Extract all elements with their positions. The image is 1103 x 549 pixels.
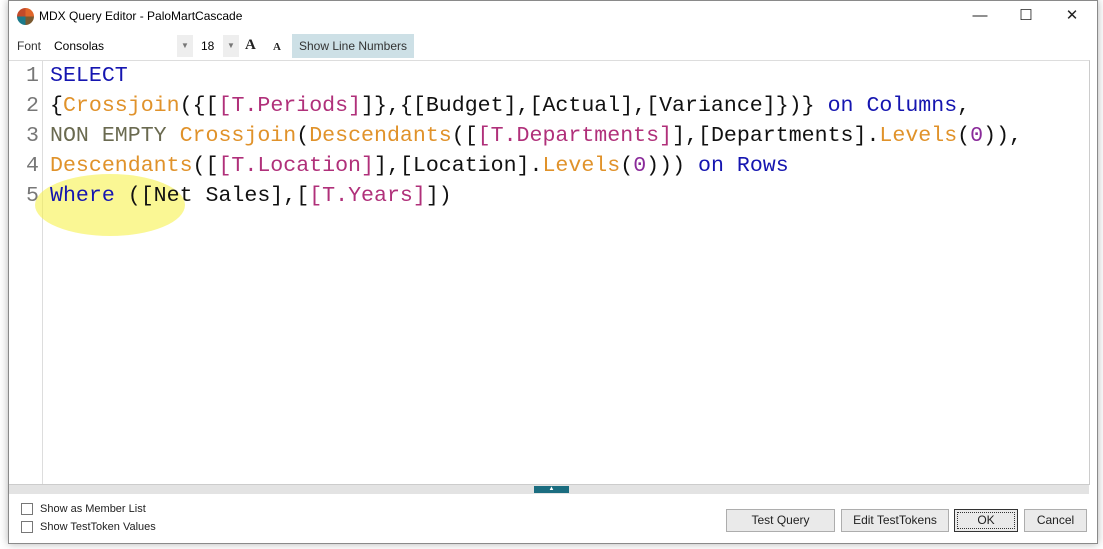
code-line: NON EMPTY Crossjoin(Descendants([[T.Depa… <box>50 121 1022 151</box>
code-token: NON EMPTY <box>50 124 180 148</box>
code-token: Crossjoin <box>62 94 180 118</box>
code-token: [T.Departments] <box>477 124 673 148</box>
code-token: ],[Departments]. <box>672 124 880 148</box>
font-dropdown-icon[interactable]: ▼ <box>177 35 193 57</box>
code-token: Crossjoin <box>179 124 297 148</box>
size-dropdown-icon[interactable]: ▼ <box>223 35 239 57</box>
maximize-button[interactable]: ☐ <box>1003 1 1049 31</box>
code-token: 0 <box>633 154 647 178</box>
code-token: ([ <box>451 124 478 148</box>
show-line-numbers-button[interactable]: Show Line Numbers <box>292 34 414 58</box>
toolbar: Font Consolas ▼ 18 ▼ A A Show Line Numbe… <box>9 34 1097 58</box>
code-token: [T.Periods] <box>218 94 362 118</box>
code-token: ([Net Sales],[ <box>127 184 310 208</box>
code-token: SELECT <box>50 64 128 88</box>
code-token: ( <box>296 124 310 148</box>
code-token: on Columns <box>827 94 958 118</box>
code-line: Where ([Net Sales],[[T.Years]]) <box>50 181 452 211</box>
code-token: [T.Location] <box>218 154 374 178</box>
code-token: ],[Location]. <box>373 154 543 178</box>
code-token: { <box>50 94 63 118</box>
line-number: 4 <box>26 154 39 178</box>
show-member-list-checkbox[interactable] <box>21 503 33 515</box>
code-token: Descendants <box>309 124 452 148</box>
code-line: Descendants([[T.Location]],[Location].Le… <box>50 151 789 181</box>
code-token: Levels <box>879 124 958 148</box>
code-token: Levels <box>542 154 621 178</box>
ok-button[interactable]: OK <box>954 509 1018 532</box>
expand-arrow-icon[interactable]: ▲ <box>534 486 569 493</box>
code-line: {Crossjoin({[[T.Periods]]},{[Budget],[Ac… <box>50 91 970 121</box>
show-testtoken-values-label: Show TestToken Values <box>40 521 156 533</box>
code-token: ( <box>620 154 634 178</box>
window-title: MDX Query Editor - PaloMartCascade <box>39 9 243 23</box>
code-token: ))) <box>646 154 698 178</box>
font-select[interactable]: Consolas <box>50 35 193 57</box>
code-token: , <box>957 94 971 118</box>
code-token: on Rows <box>698 154 789 178</box>
code-token: ]},{[Budget],[Actual],[Variance]})} <box>361 94 828 118</box>
splitter-bar[interactable]: ▲ <box>9 484 1089 494</box>
code-token: 0 <box>970 124 984 148</box>
line-number: 3 <box>26 124 39 148</box>
increase-font-button[interactable]: A <box>245 37 256 54</box>
code-token: ( <box>957 124 971 148</box>
cancel-button[interactable]: Cancel <box>1024 509 1087 532</box>
mdx-query-editor-dialog: MDX Query Editor - PaloMartCascade — ☐ ✕… <box>8 0 1098 544</box>
code-token: ([ <box>192 154 219 178</box>
code-token: )), <box>983 124 1022 148</box>
close-button[interactable]: ✕ <box>1049 1 1095 31</box>
code-line: SELECT <box>50 61 128 91</box>
show-member-list-label: Show as Member List <box>40 503 146 515</box>
font-label: Font <box>17 39 42 53</box>
show-testtoken-values-checkbox[interactable] <box>21 521 33 533</box>
test-query-button[interactable]: Test Query <box>726 509 835 532</box>
code-token: [T.Years] <box>309 184 426 208</box>
code-token: Descendants <box>50 154 193 178</box>
title-bar: MDX Query Editor - PaloMartCascade — ☐ ✕ <box>9 1 1097 33</box>
footer: Show as Member List Show TestToken Value… <box>9 494 1097 543</box>
line-number-gutter: 12345 <box>9 61 43 485</box>
font-size-select[interactable]: 18 <box>201 35 221 57</box>
app-logo-icon <box>17 8 34 25</box>
code-editor[interactable]: 12345 SELECT {Crossjoin({[[T.Periods]]},{… <box>9 60 1090 485</box>
decrease-font-button[interactable]: A <box>273 41 281 53</box>
line-number: 1 <box>26 64 39 88</box>
code-token: ({[ <box>179 94 219 118</box>
code-token: Where <box>50 184 128 208</box>
edit-testtokens-button[interactable]: Edit TestTokens <box>841 509 949 532</box>
minimize-button[interactable]: — <box>957 1 1003 31</box>
line-number: 2 <box>26 94 39 118</box>
code-token: ]) <box>425 184 452 208</box>
